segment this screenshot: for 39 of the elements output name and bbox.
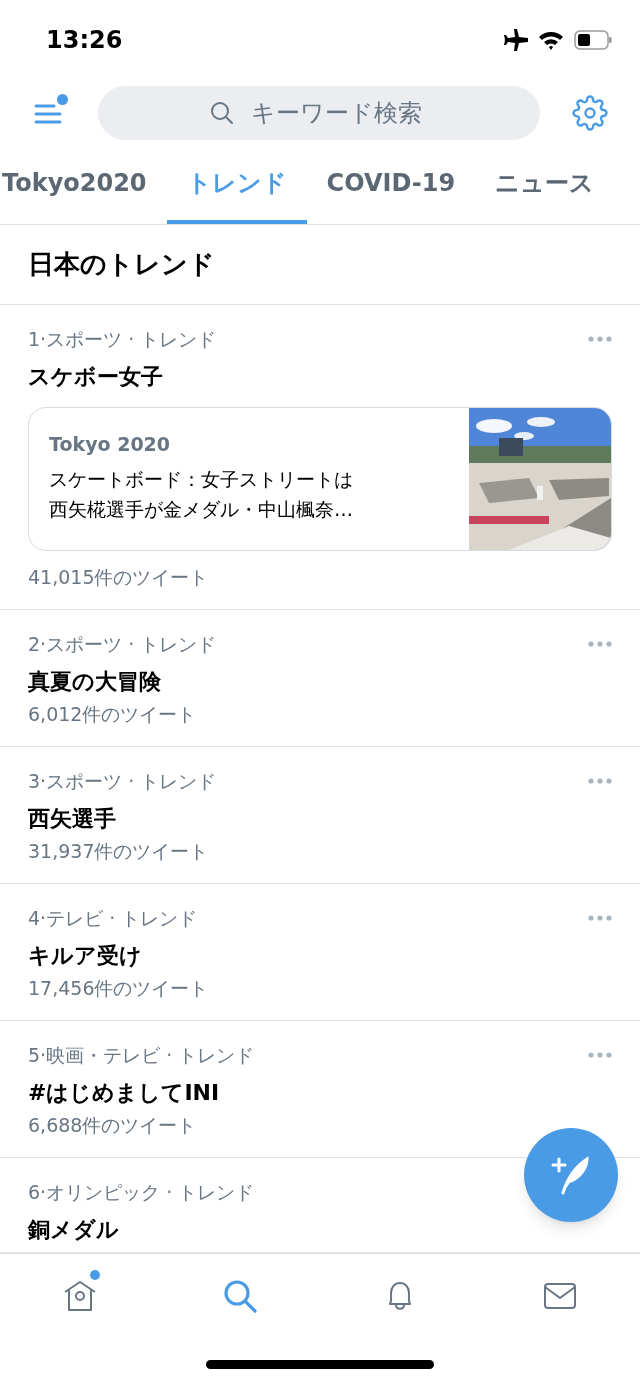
birdhouse-icon — [62, 1278, 98, 1314]
news-card[interactable]: Tokyo 2020 スケートボード：女子ストリートは西矢椛選手が金メダル・中山楓奈… — [28, 406, 612, 551]
tab[interactable]: トレンド — [166, 145, 307, 224]
trend-context: 3·スポーツ · トレンド — [28, 769, 217, 794]
search-icon — [222, 1278, 258, 1314]
airplane-icon — [504, 29, 528, 51]
more-icon[interactable] — [588, 641, 612, 648]
card-headline: スケートボード：女子ストリートは西矢椛選手が金メダル・中山楓奈… — [49, 467, 354, 522]
card-source: Tokyo 2020 — [49, 431, 172, 457]
trend-title: 銅メダル — [28, 1215, 120, 1244]
more-icon[interactable] — [588, 336, 612, 343]
tweet-count: 6,688件のツイート — [28, 1112, 198, 1138]
wifi-icon — [538, 30, 564, 50]
search-field[interactable]: キーワード検索 — [98, 85, 540, 140]
trend-title: キルア受け — [28, 941, 143, 970]
trend-title: #はじめましてINI — [28, 1078, 221, 1107]
trend-context: 1·スポーツ · トレンド — [28, 327, 217, 352]
trend-context: 5·映画・テレビ · トレンド — [28, 1043, 255, 1068]
trend-context: 4·テレビ · トレンド — [28, 906, 198, 931]
tab[interactable]: COVID-19 — [306, 145, 476, 224]
trend-title: 西矢選手 — [28, 804, 117, 833]
status-time: 13:26 — [46, 25, 123, 56]
trend-title: スケボー女子 — [28, 362, 164, 391]
tweet-count: 6,012件のツイート — [28, 701, 198, 727]
trend-title: 真夏の大冒険 — [28, 667, 162, 696]
search-icon — [210, 100, 234, 125]
tweet-count: 41,015件のツイート — [28, 564, 210, 590]
more-icon[interactable] — [588, 778, 612, 785]
section-title: 日本のトレンド — [28, 248, 215, 281]
more-icon[interactable] — [588, 1052, 612, 1059]
trend-context: 2·スポーツ · トレンド — [28, 632, 217, 657]
tab[interactable]: Tokyo2020 — [0, 145, 167, 224]
tweet-count: 31,937件のツイート — [28, 838, 210, 864]
battery-icon — [574, 30, 612, 50]
trend-context: 6·オリンピック · トレンド — [28, 1180, 255, 1205]
settings-icon[interactable] — [572, 94, 608, 131]
tweet-count: 17,456件のツイート — [28, 975, 210, 1001]
tab[interactable]: ニュース — [475, 145, 615, 224]
more-icon[interactable] — [588, 915, 612, 922]
